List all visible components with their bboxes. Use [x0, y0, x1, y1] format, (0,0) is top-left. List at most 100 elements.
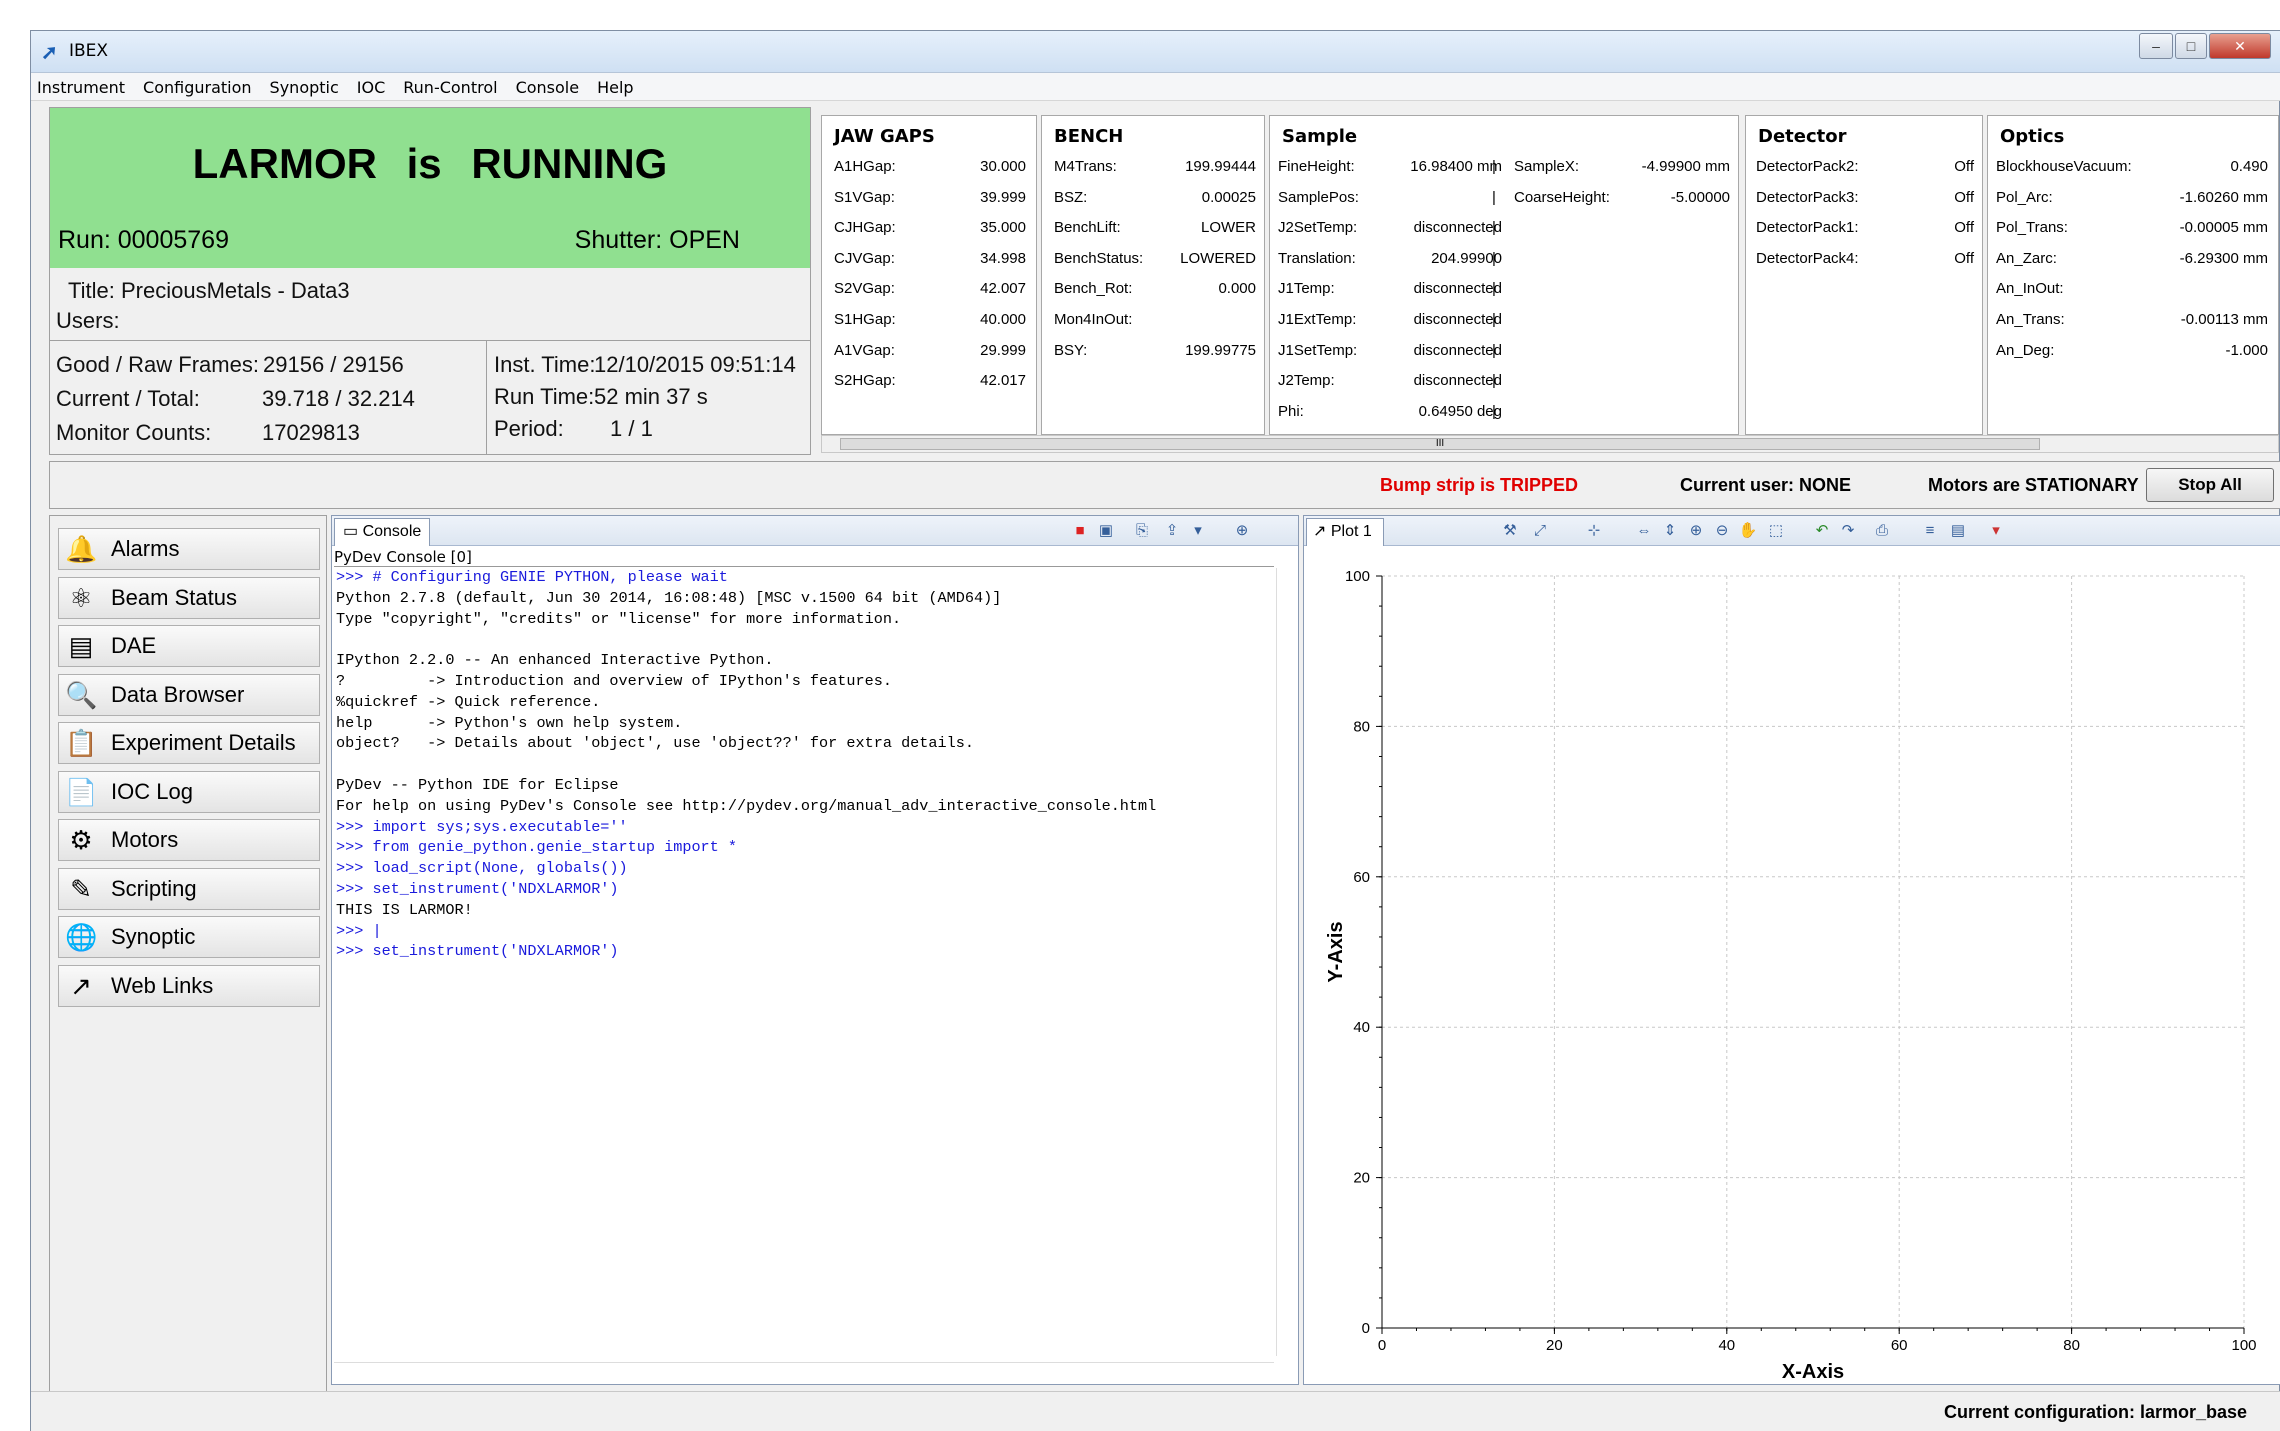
configure-icon[interactable]: ⚒ — [1500, 521, 1520, 541]
block-value: 0.64950 deg — [1418, 402, 1502, 420]
block-value: LOWER — [1200, 219, 1256, 237]
zoom-out-icon[interactable]: ⊖ — [1712, 521, 1732, 541]
block-value: disconnected — [1413, 341, 1502, 359]
toggle-toolbar-icon[interactable]: ▤ — [1948, 521, 1968, 541]
menu-help[interactable]: Help — [597, 78, 633, 97]
block-name: S1HGap: — [834, 311, 896, 328]
tab-plot-1[interactable]: ↗ Plot 1 — [1306, 518, 1384, 546]
pan-icon[interactable]: ✋ — [1738, 521, 1758, 541]
undo-icon[interactable]: ↶ — [1812, 521, 1832, 541]
nav-alarms-button[interactable]: 🔔 Alarms — [58, 528, 320, 570]
console-output-line: IPython 2.2.0 -- An enhanced Interactive… — [336, 651, 774, 670]
menu-run-control[interactable]: Run-Control — [403, 78, 497, 97]
tab-console[interactable]: ▭ Console — [334, 518, 430, 546]
stop-all-button[interactable]: Stop All — [2146, 468, 2274, 502]
plot-canvas[interactable]: 0 20 40 60 80 100 0 20 40 60 80 100 X-Axis Y-Axis — [1304, 546, 2280, 1384]
menu-synoptic[interactable]: Synoptic — [270, 78, 339, 97]
console-output[interactable]: >>> # Configuring GENIE PYTHON, please w… — [334, 566, 1274, 1356]
console-output-line: ? -> Introduction and overview of IPytho… — [336, 671, 892, 690]
select-icon[interactable]: ⬚ — [1766, 521, 1786, 541]
nav-beam-status-button[interactable]: ⚛ Beam Status — [58, 576, 320, 619]
save-icon[interactable]: ▣ — [1096, 521, 1116, 541]
external-link-icon: ↗ — [70, 970, 92, 1001]
nav-synoptic-button[interactable]: 🌐 Synoptic — [58, 916, 320, 958]
zoom-vertical-icon[interactable]: ⇕ — [1660, 521, 1680, 541]
frames-label: Good / Raw Frames: — [56, 352, 259, 377]
block-separator: | — [1492, 341, 1496, 359]
x-tick-label: 40 — [1718, 1337, 1735, 1354]
block-name: BenchStatus: — [1054, 249, 1144, 267]
block-value: 42.017 — [980, 372, 1026, 390]
plot-ticks: 0 20 40 60 80 100 0 20 40 60 80 100 — [1345, 568, 2257, 1354]
console-output-line: For help on using PyDev's Console see ht… — [336, 796, 1157, 815]
current-user: Current user: NONE — [1680, 475, 1852, 495]
x-tick-label: 80 — [2063, 1337, 2080, 1354]
block-value: disconnected — [1413, 280, 1502, 298]
block-value: -4.99900 mm — [1641, 158, 1730, 175]
open-console-icon[interactable]: ⊕ — [1232, 521, 1252, 541]
ibex-logo-icon: ➚ — [41, 42, 58, 64]
nav-experiment-details-button[interactable]: 📋 Experiment Details — [58, 722, 320, 764]
zoom-in-icon[interactable]: ⊕ — [1686, 521, 1706, 541]
block-value: 29.999 — [980, 341, 1026, 359]
console-output-line: %quickref -> Quick reference. — [336, 692, 601, 711]
nav-motors-button[interactable]: ⚙ Motors — [58, 819, 320, 861]
zoom-horizontal-icon[interactable]: ⇔ — [1634, 521, 1654, 541]
view-menu-icon[interactable]: ▾ — [1986, 521, 2006, 541]
frames-value: 29156 / 29156 — [263, 352, 404, 377]
maximize-button[interactable]: □ — [2175, 33, 2207, 59]
block-group-title: Sample — [1282, 126, 1358, 147]
blocks-horizontal-scrollbar[interactable]: III — [821, 435, 2279, 453]
block-name: DetectorPack4: — [1756, 249, 1859, 267]
inst-time-value: 12/10/2015 09:51:14 — [594, 352, 796, 377]
scrollbar-thumb[interactable]: III — [840, 438, 2040, 450]
nav-web-links-button[interactable]: ↗ Web Links — [58, 964, 320, 1007]
tab-console-label: Console — [362, 523, 422, 540]
divider — [50, 340, 810, 341]
minimize-button[interactable]: – — [2139, 33, 2173, 59]
log-icon: 📄 — [65, 776, 98, 807]
nav-ioc-log-button[interactable]: 📄 IOC Log — [58, 770, 320, 813]
block-name: Mon4InOut: — [1054, 311, 1133, 328]
current-configuration: Current configuration: larmor_base — [1943, 1402, 2247, 1422]
block-name: CJHGap: — [834, 219, 896, 237]
autoscale-icon[interactable]: ⤢ — [1530, 521, 1550, 541]
console-output-line: Python 2.7.8 (default, Jun 30 2014, 16:0… — [336, 588, 1002, 607]
pin-console-icon[interactable]: ⇪ — [1162, 521, 1182, 541]
redo-icon[interactable]: ↷ — [1838, 521, 1858, 541]
print-icon[interactable]: ⎙ — [1872, 521, 1892, 541]
close-button[interactable]: ✕ — [2209, 33, 2271, 59]
block-name: FineHeight: — [1278, 158, 1355, 175]
nav-scripting-button[interactable]: ✎ Scripting — [58, 867, 320, 910]
gears-icon: ⚙ — [69, 825, 93, 855]
run-number: Run: 00005769 — [58, 226, 229, 254]
block-name: Pol_Arc: — [1996, 188, 2053, 206]
block-name: S2VGap: — [834, 280, 895, 298]
console-vertical-scrollbar[interactable] — [1276, 568, 1294, 1356]
nav-dae-button[interactable]: ▤ DAE — [58, 625, 320, 667]
console-horizontal-scrollbar[interactable] — [334, 1362, 1274, 1382]
block-name: SampleX: — [1514, 158, 1580, 175]
menu-console[interactable]: Console — [516, 78, 580, 97]
terminate-icon[interactable]: ■ — [1070, 521, 1090, 541]
menu-ioc[interactable]: IOC — [357, 78, 385, 97]
block-value: Off — [1954, 249, 1974, 267]
toggle-legend-icon[interactable]: ≡ — [1920, 521, 1940, 541]
nav-data-browser-button[interactable]: 🔍 Data Browser — [58, 673, 320, 716]
block-value: 39.999 — [980, 188, 1026, 206]
block-separator: | — [1492, 158, 1496, 175]
console-icon: ▭ — [343, 523, 363, 540]
clear-console-icon[interactable]: ⎘ — [1132, 521, 1152, 541]
menu-instrument[interactable]: Instrument — [37, 78, 125, 97]
block-name: J1ExtTemp: — [1278, 311, 1357, 328]
console-output-line: PyDev -- Python IDE for Eclipse — [336, 775, 619, 794]
block-name: Phi: — [1278, 402, 1304, 420]
menu-configuration[interactable]: Configuration — [143, 78, 252, 97]
block-group-jaw-gaps: JAW GAPS A1HGap: 30.000 S1VGap: 39.999 CJHGap… — [821, 115, 1037, 435]
display-console-icon[interactable]: ▾ — [1188, 521, 1208, 541]
block-group-title: Detector — [1758, 126, 1847, 147]
block-value: -0.00113 mm — [2180, 311, 2268, 328]
block-value: 199.99444 — [1185, 158, 1256, 175]
block-group-sample: Sample FineHeight: 16.98400 mm SamplePos: J2… — [1269, 115, 1739, 435]
add-annotation-icon[interactable]: ⊹ — [1584, 521, 1604, 541]
